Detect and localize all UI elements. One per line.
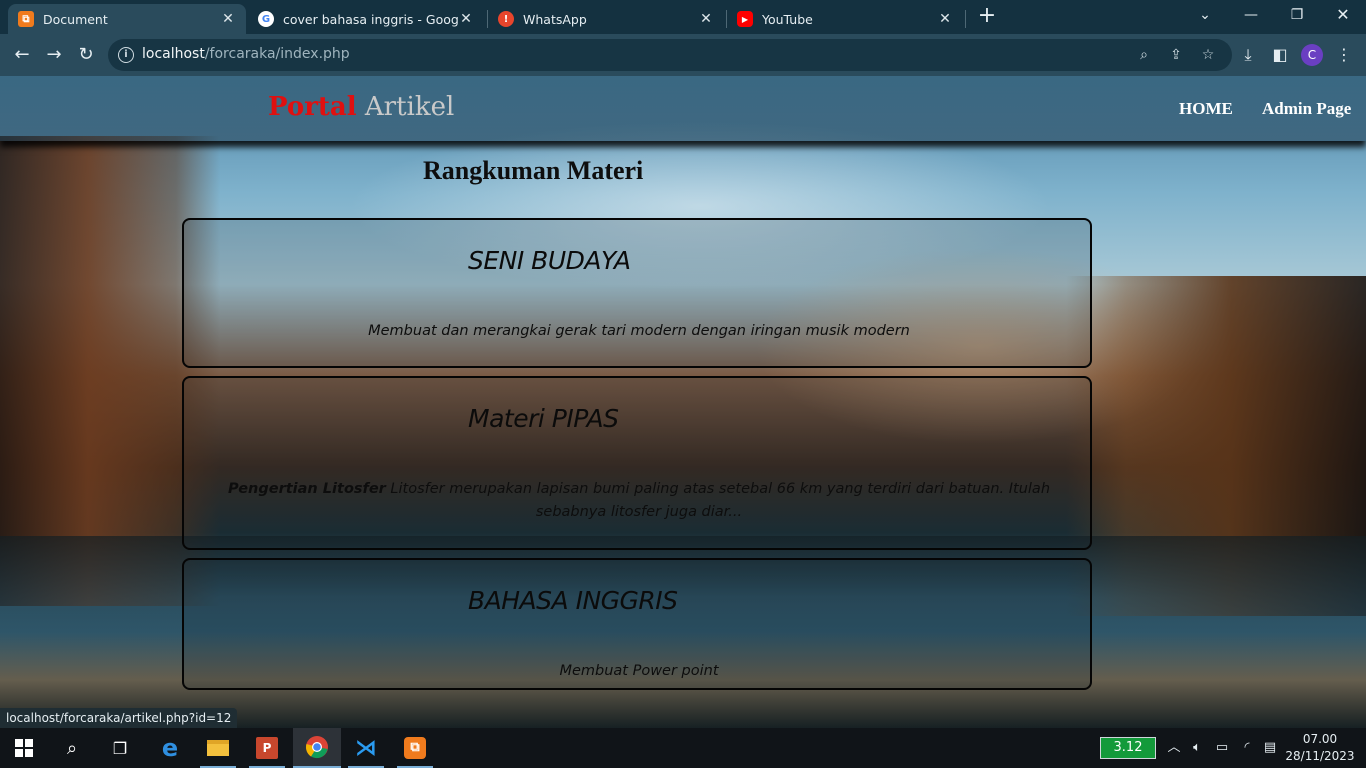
tab-youtube[interactable]: ▶ YouTube ✕ xyxy=(727,4,963,34)
tab-google-search[interactable]: G cover bahasa inggris - Google Pe ✕ xyxy=(248,4,484,34)
download-icon[interactable]: ⤓ xyxy=(1236,43,1260,67)
new-tab-button[interactable]: + xyxy=(976,5,998,28)
xampp-icon: ⧉ xyxy=(18,11,34,27)
tab-search-icon[interactable]: ⌄ xyxy=(1190,4,1220,26)
nav-admin-link[interactable]: Admin Page xyxy=(1262,99,1351,119)
notification-icon[interactable]: ▤ xyxy=(1260,738,1280,758)
browser-toolbar: ← → ↻ i localhost/forcaraka/index.php ⌕ … xyxy=(0,34,1366,76)
menu-kebab-icon[interactable]: ⋮ xyxy=(1332,43,1356,67)
system-clock[interactable]: 07.00 28/11/2023 xyxy=(1284,731,1356,765)
close-window-icon[interactable]: ✕ xyxy=(1328,4,1358,26)
reload-icon[interactable]: ↻ xyxy=(74,43,98,67)
share-icon[interactable]: ⇪ xyxy=(1166,45,1186,65)
powerpoint-icon: P xyxy=(256,737,278,759)
article-card[interactable]: BAHASA INGGRIS Membuat Power point xyxy=(182,558,1092,690)
battery-icon[interactable]: ▭ xyxy=(1212,738,1232,758)
article-card[interactable]: SENI BUDAYA Membuat dan merangkai gerak … xyxy=(182,218,1092,368)
taskbar-chrome[interactable] xyxy=(293,728,341,768)
search-icon: ⌕ xyxy=(66,737,78,759)
section-title: Rangkuman Materi xyxy=(423,156,644,185)
taskbar-vscode[interactable]: ⋊ xyxy=(342,728,390,768)
bookmark-star-icon[interactable]: ☆ xyxy=(1198,45,1218,65)
start-button[interactable] xyxy=(0,728,48,768)
alert-icon: ! xyxy=(498,11,514,27)
tab-title: WhatsApp xyxy=(523,11,587,27)
google-icon: G xyxy=(258,11,274,27)
tab-divider xyxy=(965,10,966,28)
taskbar-file-explorer[interactable] xyxy=(194,728,242,768)
tab-title: Document xyxy=(43,11,108,27)
close-tab-icon[interactable]: ✕ xyxy=(937,11,953,27)
task-view-button[interactable]: ❐ xyxy=(96,728,144,768)
url-text[interactable]: localhost/forcaraka/index.php xyxy=(142,46,350,62)
tab-title: YouTube xyxy=(762,11,813,27)
address-bar[interactable]: i localhost/forcaraka/index.php ⌕ ⇪ ☆ xyxy=(108,39,1232,71)
minimize-icon[interactable]: — xyxy=(1236,4,1266,26)
close-tab-icon[interactable]: ✕ xyxy=(220,11,236,27)
tab-whatsapp[interactable]: ! WhatsApp ✕ xyxy=(488,4,724,34)
battery-widget[interactable]: 3.12 xyxy=(1100,737,1156,759)
xampp-icon: ⧉ xyxy=(404,737,426,759)
article-excerpt: Membuat Power point xyxy=(559,663,719,679)
taskbar: ⌕ ❐ e P ⋊ ⧉ 3.12 ︿ 🔈︎ ▭ ◜ ▤ 07.00 28/11/… xyxy=(0,728,1366,768)
clock-time: 07.00 xyxy=(1302,732,1338,746)
tab-strip: ⧉ Document ✕ G cover bahasa inggris - Go… xyxy=(0,0,1366,34)
volume-icon[interactable]: 🔈︎ xyxy=(1187,738,1207,758)
article-excerpt: Pengertian Litosfer Litosfer merupakan l… xyxy=(227,481,1051,520)
taskbar-powerpoint[interactable]: P xyxy=(243,728,291,768)
close-tab-icon[interactable]: ✕ xyxy=(698,11,714,27)
edge-icon: e xyxy=(161,734,179,762)
side-panel-icon[interactable]: ◧ xyxy=(1268,43,1292,67)
network-icon[interactable]: ◜ xyxy=(1237,738,1257,758)
windows-logo-icon xyxy=(15,739,33,757)
site-header: Portal Artikel HOME Admin Page xyxy=(0,76,1366,141)
youtube-icon: ▶ xyxy=(737,11,753,27)
tab-title: cover bahasa inggris - Google Pe xyxy=(283,11,458,27)
article-title[interactable]: BAHASA INGGRIS xyxy=(468,586,678,615)
clock-date: 28/11/2023 xyxy=(1285,749,1355,763)
show-hidden-icons-icon[interactable]: ︿ xyxy=(1164,738,1184,758)
zoom-icon[interactable]: ⌕ xyxy=(1134,45,1154,65)
chrome-icon xyxy=(305,736,328,759)
profile-avatar[interactable]: C xyxy=(1301,44,1323,66)
article-excerpt: Membuat dan merangkai gerak tari modern … xyxy=(368,323,910,339)
back-icon[interactable]: ← xyxy=(10,43,34,67)
task-view-icon: ❐ xyxy=(112,738,128,758)
restore-icon[interactable]: ❐ xyxy=(1282,4,1312,26)
vscode-icon: ⋊ xyxy=(355,735,377,761)
site-info-icon[interactable]: i xyxy=(118,47,134,63)
link-status-bar: localhost/forcaraka/artikel.php?id=12 xyxy=(0,708,238,728)
site-logo[interactable]: Portal Artikel xyxy=(268,92,454,122)
article-title[interactable]: SENI BUDAYA xyxy=(468,246,631,275)
tab-document[interactable]: ⧉ Document ✕ xyxy=(8,4,246,34)
search-button[interactable]: ⌕ xyxy=(48,728,96,768)
folder-icon xyxy=(207,740,229,756)
article-title[interactable]: Materi PIPAS xyxy=(468,404,619,433)
taskbar-xampp[interactable]: ⧉ xyxy=(391,728,439,768)
close-tab-icon[interactable]: ✕ xyxy=(458,11,474,27)
article-card[interactable]: Materi PIPAS Pengertian Litosfer Litosfe… xyxy=(182,376,1092,550)
page-viewport: Portal Artikel HOME Admin Page Rangkuman… xyxy=(0,76,1366,728)
forward-icon[interactable]: → xyxy=(42,43,66,67)
nav-home-link[interactable]: HOME xyxy=(1179,99,1233,119)
taskbar-edge[interactable]: e xyxy=(146,728,194,768)
